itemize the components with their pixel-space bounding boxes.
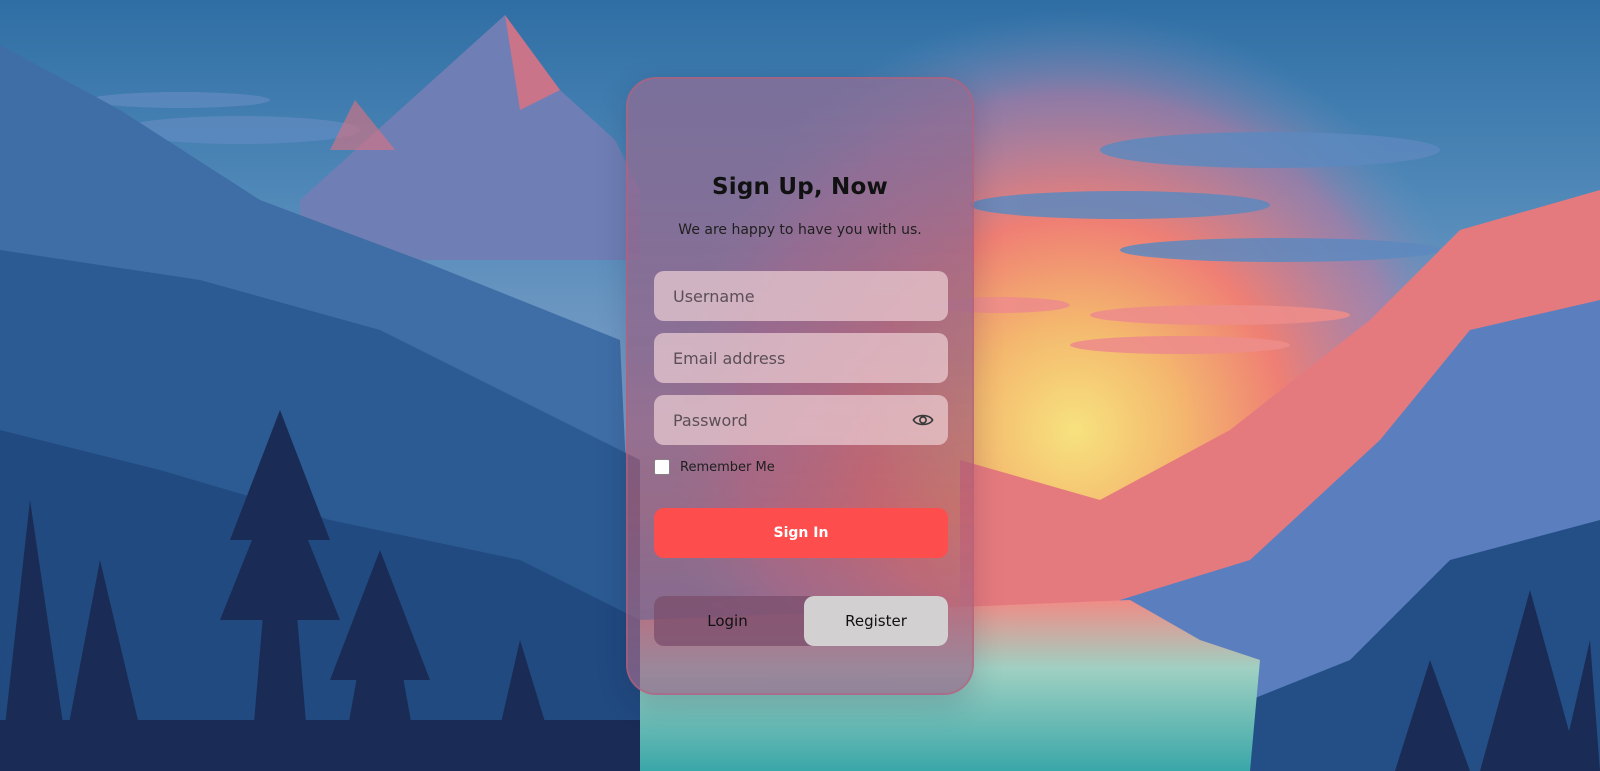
form-title: Sign Up, Now xyxy=(712,174,888,200)
email-field[interactable] xyxy=(654,333,948,383)
password-field[interactable] xyxy=(654,395,948,445)
signup-card: Sign Up, Now We are happy to have you wi… xyxy=(626,77,974,695)
register-tab[interactable]: Register xyxy=(804,596,948,646)
eye-icon[interactable] xyxy=(912,410,934,430)
remember-me[interactable]: Remember Me xyxy=(654,459,775,475)
form-subtitle: We are happy to have you with us. xyxy=(678,222,922,238)
remember-me-label: Remember Me xyxy=(680,459,775,475)
login-tab[interactable]: Login xyxy=(654,596,801,646)
username-field[interactable] xyxy=(654,271,948,321)
auth-mode-toggle: Login Register xyxy=(654,596,948,646)
remember-me-checkbox[interactable] xyxy=(654,459,670,475)
login-page: Sign Up, Now We are happy to have you wi… xyxy=(0,0,1600,771)
password-input[interactable] xyxy=(673,410,903,430)
username-input[interactable] xyxy=(673,286,903,306)
sign-in-button[interactable]: Sign In xyxy=(654,508,948,558)
email-input[interactable] xyxy=(673,348,903,368)
